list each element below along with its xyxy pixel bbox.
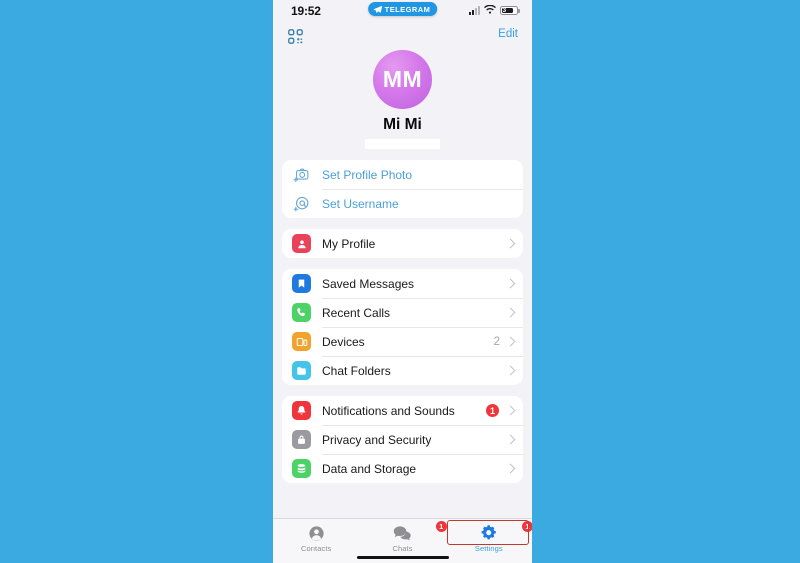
row-data-and-storage[interactable]: Data and Storage	[282, 454, 523, 483]
row-my-profile[interactable]: My Profile	[282, 229, 523, 258]
telegram-pill-label: TELEGRAM	[384, 4, 431, 14]
tab-label: Chats	[392, 544, 413, 553]
settings-group-profile-setup: Set Profile Photo Set Username	[282, 160, 523, 218]
profile-name: Mi Mi	[383, 116, 422, 133]
battery-level: 3	[502, 7, 507, 14]
row-privacy-and-security[interactable]: Privacy and Security	[282, 425, 523, 454]
chevron-right-icon	[505, 307, 516, 318]
gears-icon: 1	[446, 521, 532, 543]
row-label: My Profile	[322, 236, 376, 251]
settings-group-my-profile: My Profile	[282, 229, 523, 258]
edit-button[interactable]: Edit	[498, 28, 518, 40]
lock-icon	[292, 430, 311, 449]
row-set-username[interactable]: Set Username	[282, 189, 523, 218]
camera-plus-icon	[292, 165, 311, 184]
qr-code-icon[interactable]	[287, 28, 304, 45]
battery-icon: 3	[500, 5, 520, 15]
row-label: Chat Folders	[322, 363, 391, 378]
chat-bubbles-icon: 1	[359, 521, 447, 543]
phone-screen: 19:52 TELEGRAM 3 Edit MM Mi Mi Set Profi…	[273, 0, 532, 563]
tab-label: Settings	[474, 544, 503, 553]
chevron-right-icon	[505, 238, 516, 249]
row-label: Privacy and Security	[322, 432, 432, 447]
row-label: Set Username	[322, 196, 399, 211]
chevron-right-icon	[505, 405, 516, 416]
phone-number-redacted	[365, 139, 440, 149]
settings-group-preferences: Notifications and Sounds 1 Privacy and S…	[282, 396, 523, 483]
row-label: Devices	[322, 334, 365, 349]
settings-group-chats: Saved Messages Recent Calls Devices 2 Ch…	[282, 269, 523, 385]
phone-icon	[292, 303, 311, 322]
chevron-right-icon	[505, 434, 516, 445]
tab-contacts[interactable]: Contacts	[273, 519, 359, 553]
folder-icon	[292, 361, 311, 380]
devices-icon	[292, 332, 311, 351]
status-bar: 19:52 TELEGRAM 3	[273, 0, 532, 26]
settings-badge: 1	[521, 521, 532, 532]
row-label: Notifications and Sounds	[322, 403, 455, 418]
row-label: Data and Storage	[322, 461, 417, 476]
chevron-right-icon	[505, 463, 516, 474]
row-saved-messages[interactable]: Saved Messages	[282, 269, 523, 298]
notifications-badge: 1	[486, 404, 499, 417]
profile-header: Edit	[273, 26, 532, 48]
row-label: Saved Messages	[322, 276, 415, 291]
status-indicators: 3	[469, 5, 520, 15]
database-icon	[292, 459, 311, 478]
row-set-profile-photo[interactable]: Set Profile Photo	[282, 160, 523, 189]
person-badge-icon	[292, 234, 311, 253]
chevron-right-icon	[505, 278, 516, 289]
at-plus-icon	[292, 194, 311, 213]
profile-section: MM Mi Mi	[273, 48, 532, 149]
signal-icon	[469, 5, 480, 15]
avatar[interactable]: MM	[373, 50, 432, 109]
tab-chats[interactable]: 1 Chats	[359, 519, 447, 553]
tab-settings[interactable]: 1 Settings	[446, 519, 532, 553]
row-devices[interactable]: Devices 2	[282, 327, 523, 356]
row-label: Set Profile Photo	[322, 167, 413, 182]
wifi-icon	[484, 5, 496, 14]
status-time: 19:52	[291, 4, 321, 18]
row-chat-folders[interactable]: Chat Folders	[282, 356, 523, 385]
tab-label: Contacts	[300, 544, 332, 553]
row-label: Recent Calls	[322, 305, 391, 320]
chevron-right-icon	[505, 365, 516, 376]
person-circle-icon	[273, 523, 359, 543]
row-notifications-and-sounds[interactable]: Notifications and Sounds 1	[282, 396, 523, 425]
bell-icon	[292, 401, 311, 420]
row-recent-calls[interactable]: Recent Calls	[282, 298, 523, 327]
home-indicator	[356, 555, 449, 559]
chevron-right-icon	[505, 336, 516, 347]
paper-plane-icon	[373, 5, 382, 13]
devices-count: 2	[493, 335, 500, 348]
telegram-app-pill: TELEGRAM	[367, 2, 438, 16]
bookmark-icon	[292, 274, 311, 293]
